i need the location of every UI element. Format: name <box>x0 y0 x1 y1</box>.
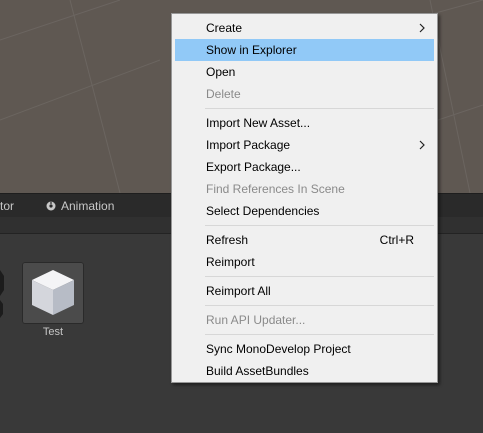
menu-item-import-new-asset[interactable]: Import New Asset... <box>175 112 434 134</box>
tab-animation-label: Animation <box>61 199 115 213</box>
menu-item-show-in-explorer-label: Show in Explorer <box>206 43 297 57</box>
menu-item-build-assetbundles[interactable]: Build AssetBundles <box>175 360 434 382</box>
menu-item-refresh[interactable]: Refresh Ctrl+R <box>175 229 434 251</box>
menu-separator <box>205 276 434 277</box>
menu-item-run-api-updater[interactable]: Run API Updater... <box>175 309 434 331</box>
chevron-right-icon <box>419 140 425 150</box>
partial-asset-icon[interactable] <box>0 262 4 320</box>
menu-item-reimport[interactable]: Reimport <box>175 251 434 273</box>
menu-item-import-new-asset-label: Import New Asset... <box>206 116 311 130</box>
menu-item-delete[interactable]: Delete <box>175 83 434 105</box>
menu-item-import-package-label: Import Package <box>206 138 291 152</box>
menu-item-create[interactable]: Create <box>175 17 434 39</box>
menu-item-reimport-all-label: Reimport All <box>206 284 271 298</box>
menu-item-reimport-label: Reimport <box>206 255 255 269</box>
menu-item-create-label: Create <box>206 21 243 35</box>
menu-item-refresh-shortcut: Ctrl+R <box>379 233 414 247</box>
menu-item-run-api-updater-label: Run API Updater... <box>206 313 306 327</box>
menu-item-export-package-label: Export Package... <box>206 160 301 174</box>
menu-item-open-label: Open <box>206 65 236 79</box>
asset-tile-test[interactable] <box>22 262 84 324</box>
menu-item-sync-monodevelop[interactable]: Sync MonoDevelop Project <box>175 338 434 360</box>
asset-label: Test <box>42 326 64 338</box>
menu-item-delete-label: Delete <box>206 87 241 101</box>
menu-item-find-references-label: Find References In Scene <box>206 182 345 196</box>
menu-item-select-dependencies[interactable]: Select Dependencies <box>175 200 434 222</box>
menu-item-open[interactable]: Open <box>175 61 434 83</box>
menu-item-import-package[interactable]: Import Package <box>175 134 434 156</box>
context-menu: Create Show in Explorer Open Delete Impo… <box>171 13 438 383</box>
tab-inspector-label: tor <box>0 199 15 213</box>
menu-item-build-assetbundles-label: Build AssetBundles <box>206 364 309 378</box>
animation-icon <box>46 195 56 211</box>
cube-icon <box>32 270 74 315</box>
menu-item-export-package[interactable]: Export Package... <box>175 156 434 178</box>
menu-separator <box>205 225 434 226</box>
menu-item-reimport-all[interactable]: Reimport All <box>175 280 434 302</box>
menu-item-refresh-label: Refresh <box>206 233 249 247</box>
menu-item-select-dependencies-label: Select Dependencies <box>206 204 320 218</box>
menu-separator <box>205 108 434 109</box>
menu-separator <box>205 334 434 335</box>
menu-item-sync-monodevelop-label: Sync MonoDevelop Project <box>206 342 351 356</box>
menu-item-find-references[interactable]: Find References In Scene <box>175 178 434 200</box>
menu-separator <box>205 305 434 306</box>
menu-item-show-in-explorer[interactable]: Show in Explorer <box>175 39 434 61</box>
tab-inspector[interactable]: tor <box>0 194 14 218</box>
tab-animation[interactable]: Animation <box>46 194 114 218</box>
chevron-right-icon <box>419 23 425 33</box>
